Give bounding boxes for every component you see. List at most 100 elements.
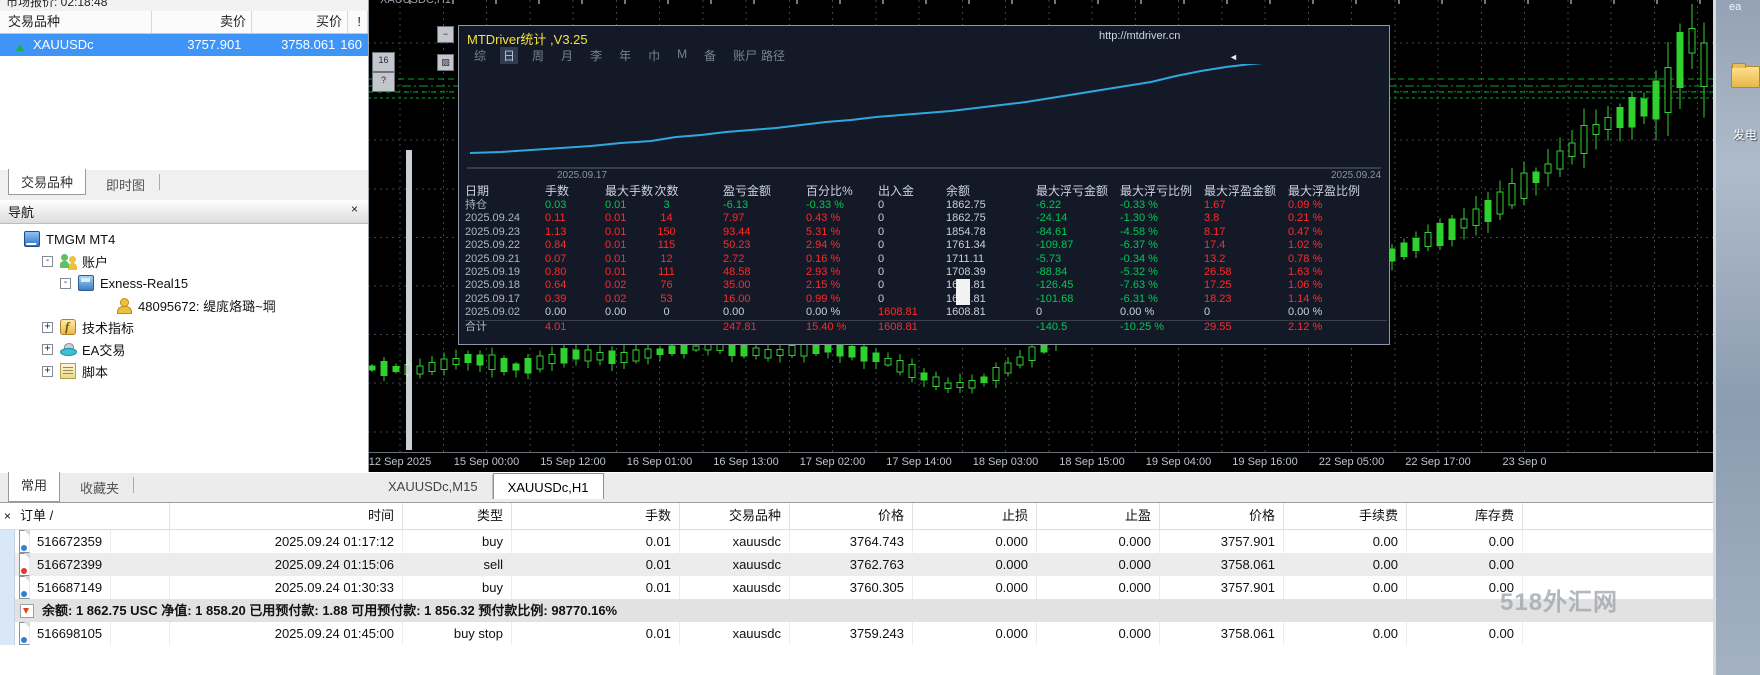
mw-column-0[interactable]: 交易品种 — [0, 11, 152, 33]
navigator-title-bar[interactable]: 导航 × — [0, 200, 368, 224]
order-row-516687149[interactable]: 5166871492025.09.24 01:30:33buy0.01xauus… — [14, 576, 1713, 599]
mtdriver-menu-path[interactable]: 路径 — [761, 47, 785, 64]
mtdriver-menu-item-5[interactable]: 年 — [616, 47, 634, 64]
stats-header-cell: 百分比% — [806, 184, 878, 199]
close-icon[interactable]: × — [351, 202, 358, 216]
panel-collapse-icon[interactable]: ◄ — [1229, 52, 1238, 62]
expand-icon[interactable]: + — [42, 322, 53, 333]
stats-header-cell: 最大手数 — [605, 184, 645, 199]
orders-table-header[interactable]: 订单 /时间类型手数交易品种价格止损止盈价格手续费库存费 — [0, 503, 1713, 530]
order-cell-0: 516687149 — [14, 576, 170, 599]
expand-icon[interactable]: + — [42, 366, 53, 377]
collapse-icon[interactable]: − — [437, 26, 454, 43]
tree-item--[interactable]: +技术指标 — [0, 316, 368, 338]
mtdriver-menu-item-6[interactable]: 巾 — [645, 47, 663, 64]
close-icon[interactable]: × — [4, 509, 11, 523]
order-column-5[interactable]: 价格 — [790, 503, 913, 529]
watermark: 518外汇网 — [1500, 582, 1618, 617]
window-edge — [1713, 0, 1716, 675]
order-row-516672399[interactable]: 5166723992025.09.24 01:15:06sell0.01xauu… — [14, 553, 1713, 576]
order-column-0[interactable]: 订单 / — [0, 503, 170, 529]
order-cell-7: 0.000 — [1037, 576, 1160, 599]
order-column-4[interactable]: 交易品种 — [680, 503, 790, 529]
navigator-tab-0[interactable]: 常用 — [8, 472, 60, 502]
stats-row--: 合计4.01247.8115.40 %1608.81-140.5-10.25 %… — [465, 320, 1387, 334]
tree-item--[interactable]: +脚本 — [0, 360, 368, 382]
mw-column-1[interactable]: 卖价 — [152, 11, 252, 33]
mtdriver-period-menu: 综日周月李年巾M备账尸 — [471, 47, 760, 64]
order-column-10[interactable]: 库存费 — [1407, 503, 1523, 529]
bottom-tab-band: 常用收藏夹 XAUUSDc,M15XAUUSDc,H1 — [0, 472, 1713, 503]
market-watch-tab-0[interactable]: 交易品种 — [8, 169, 86, 195]
order-cell-2: buy — [403, 530, 512, 553]
mtdriver-menu-item-2[interactable]: 周 — [529, 47, 547, 64]
order-row-516672359[interactable]: 5166723592025.09.24 01:17:12buy0.01xauus… — [14, 530, 1713, 553]
order-column-6[interactable]: 止损 — [913, 503, 1037, 529]
time-axis-label: 19 Sep 04:00 — [1146, 456, 1211, 468]
order-column-8[interactable]: 价格 — [1160, 503, 1284, 529]
order-row-516698105[interactable]: 5166981052025.09.24 01:45:00buy stop0.01… — [14, 622, 1713, 645]
order-column-2[interactable]: 类型 — [403, 503, 512, 529]
time-axis-label: 22 Sep 17:00 — [1405, 456, 1470, 468]
chart-tab-xauusdc-h1[interactable]: XAUUSDc,H1 — [493, 473, 604, 499]
balance-row[interactable]: 余额: 1 862.75 USC 净值: 1 858.20 已用预付款: 1.8… — [14, 599, 1713, 622]
collapse-icon[interactable]: - — [42, 256, 53, 267]
mtdriver-menu-item-4[interactable]: 李 — [587, 47, 605, 64]
time-axis-label: 16 Sep 01:00 — [627, 456, 692, 468]
order-cell-2: sell — [403, 553, 512, 576]
order-cell-6: 0.000 — [913, 530, 1037, 553]
tree-item-exness-real15[interactable]: -Exness-Real15 — [0, 272, 368, 294]
market-watch-title: 市场报价: 02:18:48 — [0, 0, 368, 11]
camera-icon[interactable]: ▨ — [437, 54, 454, 71]
mtdriver-menu-item-1[interactable]: 日 — [500, 47, 518, 64]
order-column-9[interactable]: 手续费 — [1284, 503, 1407, 529]
order-cell-7: 0.000 — [1037, 553, 1160, 576]
order-column-7[interactable]: 止盈 — [1037, 503, 1160, 529]
mtdriver-menu-item-7[interactable]: M — [674, 47, 690, 64]
mtdriver-menu-item-8[interactable]: 备 — [701, 47, 719, 64]
chart-tab-xauusdc-m15[interactable]: XAUUSDc,M15 — [374, 475, 493, 499]
mw-column-2[interactable]: 买价 — [252, 11, 348, 33]
mtdriver-stats-panel[interactable]: MTDriver统计 ,V3.25 http://mtdriver.cn ◄ 综… — [458, 25, 1390, 345]
server-icon — [78, 275, 94, 291]
mw-column-3[interactable]: ! — [348, 11, 368, 33]
tree-item-tmgm-mt4[interactable]: TMGM MT4 — [0, 228, 368, 250]
order-cell-9: 0.00 — [1284, 553, 1407, 576]
order-cell-0: 516672399 — [14, 553, 170, 576]
script-icon — [60, 363, 76, 379]
tree-item-ea-[interactable]: +EA交易 — [0, 338, 368, 360]
help-icon[interactable]: ? — [372, 72, 395, 92]
order-cell-9: 0.00 — [1284, 530, 1407, 553]
order-cell-0: 516698105 — [14, 622, 170, 645]
mtdriver-title[interactable]: MTDriver统计 ,V3.25 — [467, 29, 588, 48]
order-column-3[interactable]: 手数 — [512, 503, 680, 529]
mtdriver-menu-item-0[interactable]: 综 — [471, 47, 489, 64]
order-column-1[interactable]: 时间 — [170, 503, 403, 529]
mtdriver-menu-item-9[interactable]: 账尸 — [730, 47, 760, 64]
chart-widget-icon[interactable]: 16 — [372, 52, 395, 72]
market-watch-header[interactable]: 交易品种卖价买价! — [0, 11, 368, 34]
order-cell-3: 0.01 — [512, 622, 680, 645]
navigator-tab-1[interactable]: 收藏夹 — [68, 475, 131, 505]
order-cell-5: 3759.243 — [790, 622, 913, 645]
order-cell-5: 3764.743 — [790, 530, 913, 553]
folder-icon[interactable] — [1731, 66, 1760, 88]
mtdriver-url-link[interactable]: http://mtdriver.cn — [1099, 30, 1180, 42]
tree-item-label: 48095672: 缇庣烙璐~堈 — [138, 296, 276, 315]
order-cell-8: 3758.061 — [1160, 622, 1284, 645]
mtdriver-menu-item-3[interactable]: 月 — [558, 47, 576, 64]
graph-end-date: 2025.09.24 — [1331, 170, 1381, 181]
collapse-icon[interactable]: - — [60, 278, 71, 289]
market-watch-row-xauusdc[interactable]: XAUUSDc 3757.901 3758.061 160 — [0, 34, 368, 56]
stats-header-cell: 余额 — [946, 184, 1036, 199]
stats-header-cell: 最大浮盈金额 — [1204, 184, 1288, 199]
time-axis-label: 18 Sep 03:00 — [973, 456, 1038, 468]
tree-item-48095672-[interactable]: 48095672: 缇庣烙璐~堈 — [0, 294, 368, 316]
market-watch-tab-1[interactable]: 即时图 — [94, 172, 157, 197]
order-cell-9: 0.00 — [1284, 622, 1407, 645]
time-axis-label: 17 Sep 02:00 — [800, 456, 865, 468]
tree-item--[interactable]: -账户 — [0, 250, 368, 272]
expand-icon[interactable]: + — [42, 344, 53, 355]
buy-order-icon — [19, 530, 30, 553]
desktop-strip: ea 发电 — [1713, 0, 1760, 675]
